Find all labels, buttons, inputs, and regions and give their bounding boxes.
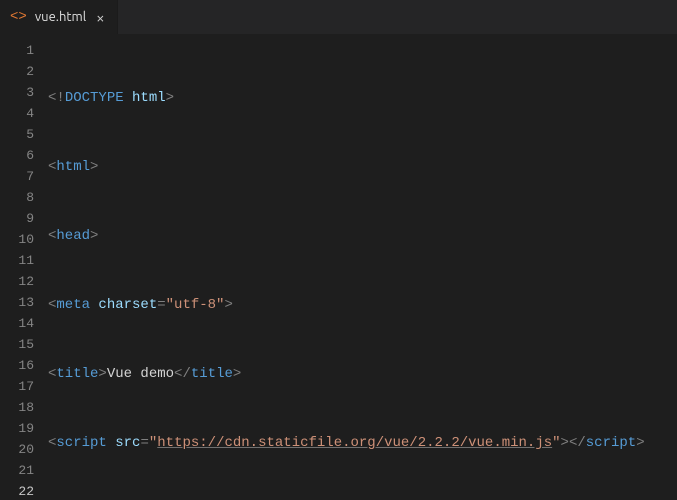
- line-number: 4: [0, 103, 48, 124]
- line-number: 21: [0, 460, 48, 481]
- line-number: 10: [0, 229, 48, 250]
- line-number: 16: [0, 355, 48, 376]
- line-number: 14: [0, 313, 48, 334]
- code-line: <script src="https://cdn.staticfile.org/…: [48, 433, 645, 454]
- tab-bar: <> vue.html ×: [0, 0, 677, 34]
- code-line: <meta charset="utf-8">: [48, 295, 645, 316]
- code-line: <head>: [48, 226, 645, 247]
- code-file-icon: <>: [10, 10, 27, 24]
- line-number: 15: [0, 334, 48, 355]
- editor[interactable]: 12345678910111213141516171819202122 <!DO…: [0, 34, 677, 500]
- line-number: 18: [0, 397, 48, 418]
- code-line: <html>: [48, 157, 645, 178]
- code-line: <!DOCTYPE html>: [48, 88, 645, 109]
- line-number: 3: [0, 82, 48, 103]
- line-number: 1: [0, 40, 48, 61]
- line-number: 22: [0, 481, 48, 500]
- tab-filename: vue.html: [35, 10, 86, 24]
- code-line: <title>Vue demo</title>: [48, 364, 645, 385]
- line-number: 13: [0, 292, 48, 313]
- line-number: 9: [0, 208, 48, 229]
- close-icon[interactable]: ×: [94, 10, 106, 25]
- line-number: 2: [0, 61, 48, 82]
- line-number: 6: [0, 145, 48, 166]
- line-number: 20: [0, 439, 48, 460]
- line-number: 11: [0, 250, 48, 271]
- line-number-gutter: 12345678910111213141516171819202122: [0, 34, 48, 500]
- file-tab[interactable]: <> vue.html ×: [0, 0, 118, 34]
- code-area[interactable]: <!DOCTYPE html> <html> <head> <meta char…: [48, 34, 645, 500]
- line-number: 12: [0, 271, 48, 292]
- line-number: 8: [0, 187, 48, 208]
- line-number: 5: [0, 124, 48, 145]
- line-number: 7: [0, 166, 48, 187]
- line-number: 17: [0, 376, 48, 397]
- line-number: 19: [0, 418, 48, 439]
